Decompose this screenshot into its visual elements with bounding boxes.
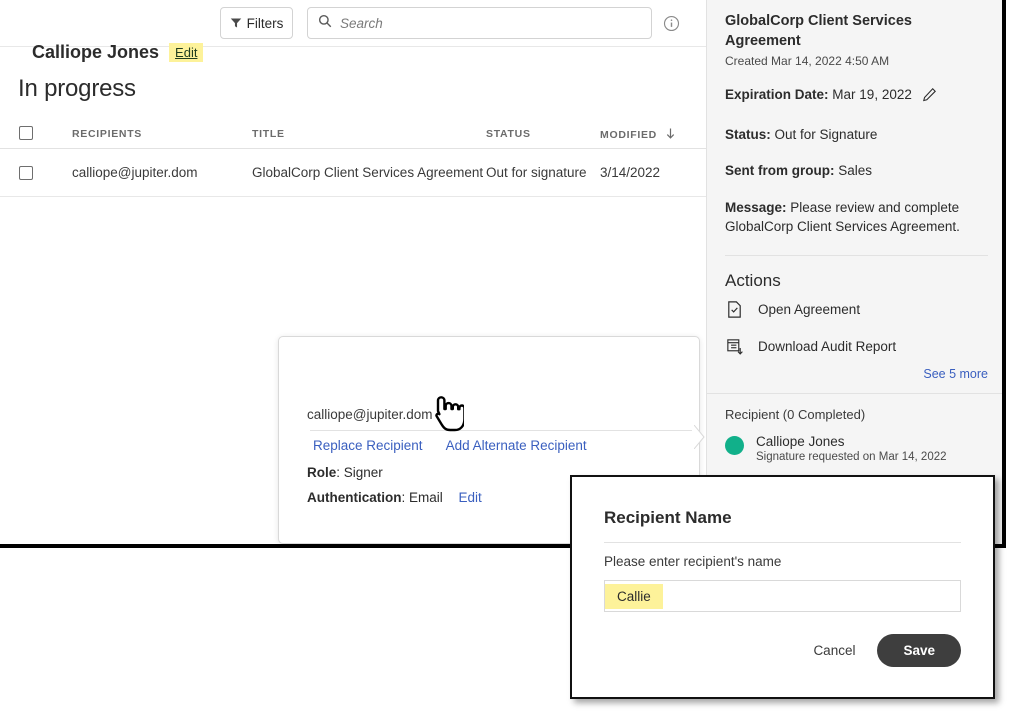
agreement-details-sidebar: GlobalCorp Client Services Agreement Cre… xyxy=(706,0,1006,548)
pencil-icon[interactable] xyxy=(922,87,937,108)
cell-modified: 3/14/2022 xyxy=(600,165,660,180)
search-icon xyxy=(318,14,332,33)
document-check-icon xyxy=(725,300,744,319)
sidebar-status-row: Status: Out for Signature xyxy=(725,125,988,145)
auth-edit-link[interactable]: Edit xyxy=(459,490,482,505)
actions-heading: Actions xyxy=(707,256,1006,291)
role-value: Signer xyxy=(344,465,383,480)
column-header-title[interactable]: TITLE xyxy=(252,128,285,140)
role-label: Role xyxy=(307,465,336,480)
recipient-name-input-value: Callie xyxy=(605,584,663,609)
group-value: Sales xyxy=(838,163,872,178)
toolbar: Filters Search xyxy=(0,0,706,47)
page-title: In progress xyxy=(18,75,136,103)
popover-role-row: Role: Signer xyxy=(307,465,383,480)
popover-divider xyxy=(310,430,692,431)
column-header-modified-label: MODIFIED xyxy=(600,129,657,141)
app-window: Filters Search In progress xyxy=(0,0,1006,548)
action-open-agreement-label: Open Agreement xyxy=(758,302,860,317)
dialog-title: Recipient Name xyxy=(572,477,993,528)
cancel-button[interactable]: Cancel xyxy=(813,643,855,658)
add-alternate-recipient-link[interactable]: Add Alternate Recipient xyxy=(446,438,587,453)
popover-auth-row: Authentication: Email Edit xyxy=(307,490,482,505)
column-header-recipients[interactable]: RECIPIENTS xyxy=(72,128,142,140)
avatar xyxy=(725,436,744,455)
recipient-name: Calliope Jones xyxy=(756,434,947,449)
sort-descending-icon xyxy=(666,128,675,142)
recipient-section-heading: Recipient (0 Completed) xyxy=(707,394,1006,422)
funnel-icon xyxy=(230,17,242,29)
recipient-name-input[interactable]: Callie xyxy=(604,580,961,612)
save-button[interactable]: Save xyxy=(877,634,961,667)
popover-name-row: Calliope Jones Edit xyxy=(32,42,203,63)
auth-value: Email xyxy=(409,490,443,505)
recipient-name-dialog: Recipient Name Please enter recipient's … xyxy=(570,475,995,699)
group-label: Sent from group: xyxy=(725,163,835,178)
popover-links: Replace Recipient Add Alternate Recipien… xyxy=(313,438,587,453)
table-header-row: RECIPIENTS TITLE STATUS MODIFIED xyxy=(0,117,706,149)
popover-recipient-name: Calliope Jones xyxy=(32,42,159,63)
popover-tail-arrow xyxy=(694,425,706,449)
info-circle-icon[interactable] xyxy=(663,15,680,32)
status-label: Status: xyxy=(725,127,771,142)
dialog-subtitle: Please enter recipient's name xyxy=(572,543,993,569)
see-more-link[interactable]: See 5 more xyxy=(707,365,1006,393)
expiration-value: Mar 19, 2022 xyxy=(832,87,912,102)
replace-recipient-link[interactable]: Replace Recipient xyxy=(313,438,423,453)
row-select-checkbox[interactable] xyxy=(19,166,33,180)
action-download-audit-report-label: Download Audit Report xyxy=(758,339,896,354)
report-download-icon xyxy=(725,337,744,356)
action-download-audit-report[interactable]: Download Audit Report xyxy=(707,328,1006,365)
popover-edit-name-link[interactable]: Edit xyxy=(169,43,203,62)
search-input[interactable]: Search xyxy=(307,7,652,39)
popover-recipient-email: calliope@jupiter.dom xyxy=(307,407,433,422)
status-value: Out for Signature xyxy=(775,127,878,142)
cell-recipient: calliope@jupiter.dom xyxy=(72,165,198,180)
screenshot-root: Filters Search In progress xyxy=(0,0,1013,711)
recipient-status: Signature requested on Mar 14, 2022 xyxy=(756,451,947,463)
cell-status: Out for signature xyxy=(486,165,587,180)
column-header-status[interactable]: STATUS xyxy=(486,128,531,140)
cell-title: GlobalCorp Client Services Agreement xyxy=(252,165,483,180)
table-row[interactable]: calliope@jupiter.dom GlobalCorp Client S… xyxy=(0,149,706,197)
recipient-list-item[interactable]: Calliope Jones Signature requested on Ma… xyxy=(707,422,1006,463)
filters-label: Filters xyxy=(247,16,284,31)
auth-label: Authentication xyxy=(307,490,402,505)
sidebar-created-date: Created Mar 14, 2022 4:50 AM xyxy=(725,54,988,68)
select-all-checkbox[interactable] xyxy=(19,126,33,140)
action-open-agreement[interactable]: Open Agreement xyxy=(707,291,1006,328)
sidebar-message-row: Message: Please review and complete Glob… xyxy=(725,198,988,237)
dialog-button-row: Cancel Save xyxy=(572,612,993,667)
sidebar-agreement-title: GlobalCorp Client Services Agreement xyxy=(725,12,988,51)
column-header-modified[interactable]: MODIFIED xyxy=(600,128,675,142)
filters-button[interactable]: Filters xyxy=(220,7,293,39)
sidebar-group-row: Sent from group: Sales xyxy=(725,161,988,181)
expiration-label: Expiration Date: xyxy=(725,87,829,102)
search-placeholder: Search xyxy=(340,16,383,31)
message-label: Message: xyxy=(725,200,787,215)
sidebar-expiration-row: Expiration Date: Mar 19, 2022 xyxy=(725,85,988,108)
